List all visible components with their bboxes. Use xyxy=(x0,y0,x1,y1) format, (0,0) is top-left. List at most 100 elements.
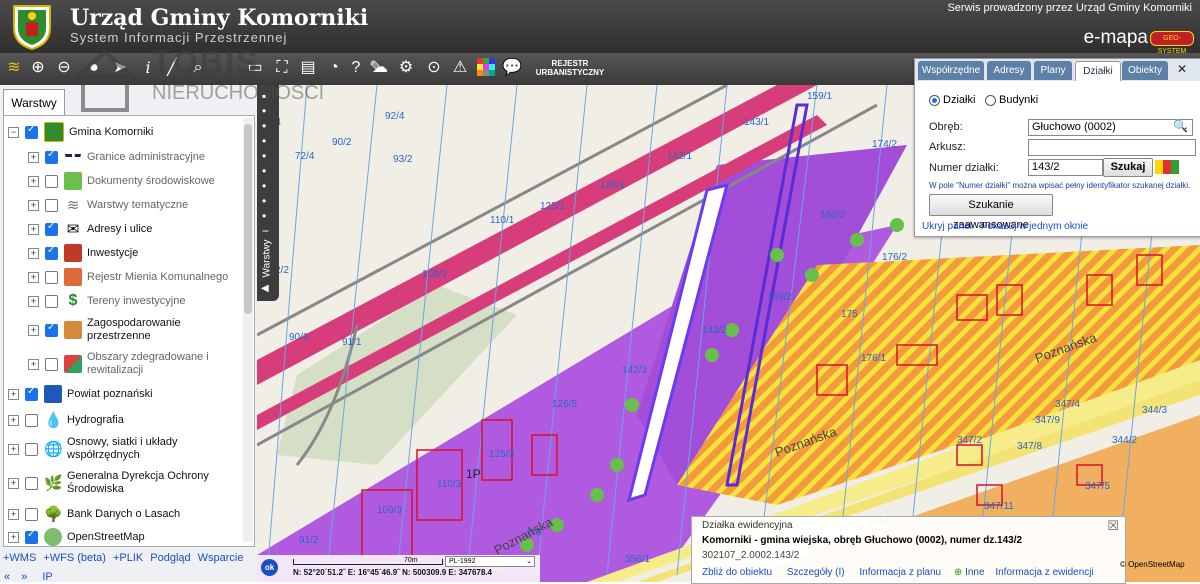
layer-gmina-komorniki[interactable]: − Gmina Komorniki xyxy=(8,120,153,144)
plan-info-link[interactable]: Informacja z planu xyxy=(859,567,941,578)
color-icon[interactable] xyxy=(1155,160,1179,174)
radio-budynki[interactable]: Budynki xyxy=(985,94,1038,106)
layer-checkbox[interactable] xyxy=(25,442,38,456)
obreb-select[interactable]: Głuchowo (0002) ⌄ xyxy=(1028,119,1193,136)
expand-toggle[interactable]: + xyxy=(28,324,39,336)
bubble-icon[interactable]: ◔ xyxy=(324,58,344,78)
expand-toggle[interactable]: + xyxy=(28,295,39,307)
layer-gdos[interactable]: + 🌿 Generalna Dyrekcja Ochrony Środowisk… xyxy=(8,468,217,498)
expand-toggle[interactable]: + xyxy=(8,477,19,489)
szukaj-button[interactable]: Szukaj xyxy=(1103,158,1153,177)
layer-checkbox[interactable] xyxy=(25,386,38,401)
preview-link[interactable]: Podgląd xyxy=(150,552,190,564)
single-window-link[interactable]: Pokazuj w jednym oknie xyxy=(981,221,1088,232)
next-button[interactable]: » xyxy=(21,571,27,583)
zoom-out-icon[interactable]: ⊖ xyxy=(54,58,74,78)
tab-warstwy[interactable]: Warstwy xyxy=(3,89,65,116)
crs-select[interactable]: PL-1992 ⌄ xyxy=(445,556,535,567)
search-icon[interactable]: 🔍 xyxy=(1173,119,1188,133)
layer-checkbox[interactable] xyxy=(25,529,38,544)
expand-toggle[interactable]: + xyxy=(28,247,39,259)
layer-osm[interactable]: + OpenStreetMap xyxy=(8,525,145,546)
layer-rejestr-mienia[interactable]: + Rejestr Mienia Komunalnego xyxy=(28,265,228,289)
zoom-to-object-link[interactable]: Zbliż do obiektu xyxy=(702,567,772,578)
layer-dokumenty[interactable]: + Dokumenty środowiskowe xyxy=(28,169,215,193)
help-icon[interactable]: ? xyxy=(346,58,366,78)
layer-checkbox[interactable] xyxy=(25,413,38,427)
layer-warstwy-tematyczne[interactable]: + ≋ Warstwy tematyczne xyxy=(28,193,188,217)
osm-attribution[interactable]: © OpenStreetMap xyxy=(1120,560,1185,569)
expand-toggle[interactable]: + xyxy=(28,199,39,211)
layer-checkbox[interactable] xyxy=(25,124,38,139)
chat-icon[interactable]: 💬 xyxy=(502,58,522,78)
select-icon[interactable]: ➤ xyxy=(110,58,130,78)
layer-checkbox[interactable] xyxy=(45,221,58,236)
tab-dzialki[interactable]: Działki xyxy=(1075,61,1121,81)
numer-input[interactable]: 143/2 xyxy=(1028,159,1103,176)
layer-adresy[interactable]: + ✉ Adresy i ulice xyxy=(28,217,152,241)
registry-info-link[interactable]: Informacja z ewidencji xyxy=(995,567,1093,578)
magnifier-icon[interactable]: ⊙ xyxy=(424,58,444,78)
prev-button[interactable]: « xyxy=(4,571,10,583)
hide-panel-link[interactable]: Ukryj panel xyxy=(922,221,972,232)
add-wfs-link[interactable]: +WFS (beta) xyxy=(43,552,106,564)
expand-toggle[interactable]: + xyxy=(28,358,39,370)
fit-icon[interactable]: ⛶ xyxy=(272,58,292,78)
collapse-arrow-icon[interactable]: ◀ xyxy=(261,283,269,294)
sidebar-warstwy-tab[interactable]: ▪ • • • • • • • • − Warstwy ◀ xyxy=(257,85,279,301)
layer-checkbox[interactable] xyxy=(25,507,38,521)
layers-icon[interactable]: ≋ xyxy=(4,58,24,78)
settings-icon[interactable]: ⚙ xyxy=(396,58,416,78)
layer-powiat[interactable]: + Powiat poznański xyxy=(8,382,153,406)
warning-icon[interactable]: ⚠ xyxy=(450,58,470,78)
tab-wspolrzedne[interactable]: Współrzędne xyxy=(918,61,984,80)
layer-bank-danych[interactable]: + 🌳 Bank Danych o Lasach xyxy=(8,502,180,526)
colors-icon[interactable] xyxy=(476,58,496,78)
ok-button[interactable]: ok xyxy=(261,559,278,576)
add-wms-link[interactable]: +WMS xyxy=(3,552,36,564)
layer-checkbox[interactable] xyxy=(45,174,58,188)
support-link[interactable]: Wsparcie xyxy=(198,552,244,564)
arkusz-input[interactable] xyxy=(1028,139,1196,156)
layer-osnowy[interactable]: + 🌐 Osnowy, siatki i układy współrzędnyc… xyxy=(8,434,217,464)
expand-toggle[interactable]: + xyxy=(28,271,39,283)
expand-toggle[interactable]: + xyxy=(8,508,19,520)
measure-icon[interactable]: ╱ xyxy=(162,58,182,78)
cloud-icon[interactable]: ☁ xyxy=(370,58,390,78)
layer-tereny[interactable]: + $ Tereny inwestycyjne xyxy=(28,289,185,313)
layer-hydrografia[interactable]: + 💧 Hydrografia xyxy=(8,408,124,432)
plus-circle-icon[interactable]: ⊕ xyxy=(954,567,962,578)
expand-toggle[interactable]: + xyxy=(8,531,19,543)
tab-plany[interactable]: Plany xyxy=(1034,61,1072,80)
layer-checkbox[interactable] xyxy=(45,149,58,164)
advanced-search-button[interactable]: Szukanie zaawansowane xyxy=(929,194,1053,231)
info-icon[interactable]: i xyxy=(138,58,158,78)
emapa-logo[interactable]: e-mapa xyxy=(1084,27,1148,49)
zoom-in-icon[interactable]: ⊕ xyxy=(28,58,48,78)
other-link[interactable]: Inne xyxy=(965,567,984,578)
search-icon[interactable]: ⌕ xyxy=(188,58,208,78)
expand-toggle[interactable]: + xyxy=(28,175,39,187)
comment-icon[interactable]: ▤ xyxy=(298,58,318,78)
close-panel-icon[interactable]: ✕ xyxy=(1177,62,1187,76)
layer-checkbox[interactable] xyxy=(45,198,58,212)
layer-checkbox[interactable] xyxy=(45,322,58,337)
layer-checkbox[interactable] xyxy=(45,294,58,308)
layer-inwestycje[interactable]: + Inwestycje xyxy=(28,241,138,265)
rejestr-urbanistyczny-button[interactable]: REJESTR URBANISTYCZNY xyxy=(530,59,610,77)
expand-toggle[interactable]: + xyxy=(28,223,39,235)
layer-checkbox[interactable] xyxy=(45,270,58,284)
collapse-toggle[interactable]: − xyxy=(8,126,19,138)
tab-obiekty[interactable]: Obiekty xyxy=(1122,61,1168,80)
layer-scrollbar[interactable] xyxy=(243,118,253,542)
layer-checkbox[interactable] xyxy=(25,476,38,490)
close-icon[interactable]: ☒ xyxy=(1107,518,1119,534)
expand-toggle[interactable]: + xyxy=(8,414,19,426)
ip-link[interactable]: IP xyxy=(42,571,52,583)
add-file-link[interactable]: +PLIK xyxy=(113,552,143,564)
expand-toggle[interactable]: + xyxy=(8,443,19,455)
tab-adresy[interactable]: Adresy xyxy=(987,61,1031,80)
expand-toggle[interactable]: + xyxy=(8,388,19,400)
expand-toggle[interactable]: + xyxy=(28,151,39,163)
full-extent-icon[interactable]: ● xyxy=(84,58,104,78)
